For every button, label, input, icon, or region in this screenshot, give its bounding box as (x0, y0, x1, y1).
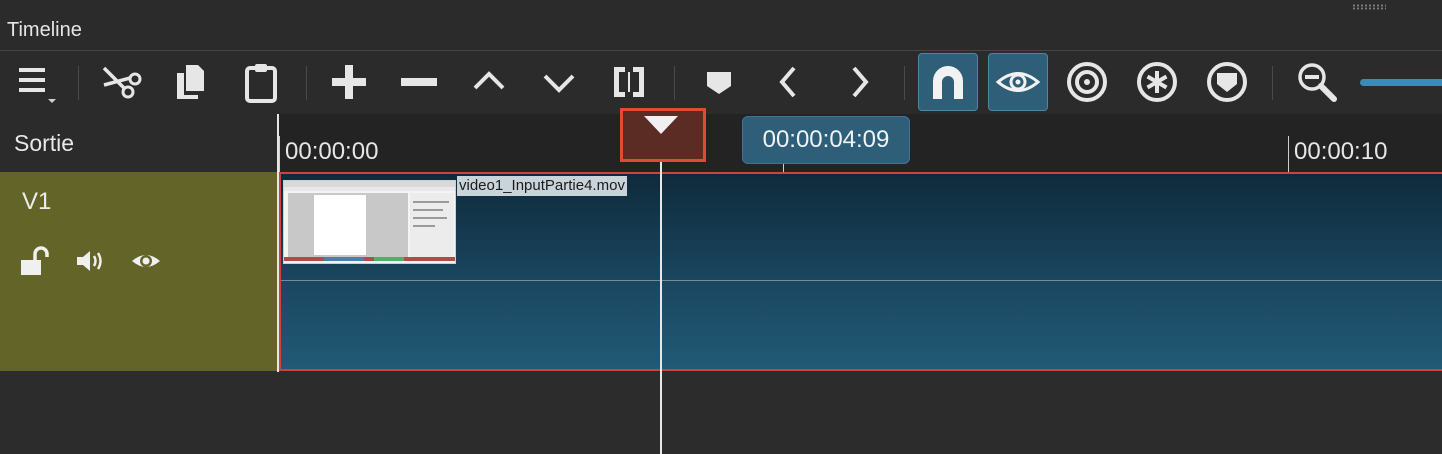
ripple-icon (1067, 62, 1107, 102)
cut-button[interactable] (92, 54, 150, 110)
clip-thumbnail[interactable] (283, 180, 456, 264)
previous-marker-button[interactable] (760, 54, 818, 110)
zoom-slider[interactable] (1360, 79, 1442, 86)
timeline-start-edge (277, 114, 279, 372)
split-button[interactable] (600, 54, 658, 110)
panel-grip-handle[interactable] (1352, 4, 1386, 10)
empty-timeline-area[interactable] (0, 372, 1442, 454)
track-name: V1 (22, 188, 52, 215)
ripple-markers-icon (1207, 62, 1247, 102)
menu-button[interactable] (6, 54, 64, 110)
lift-icon (473, 71, 505, 90)
menu-icon (19, 68, 56, 103)
marker-icon (707, 72, 731, 94)
paste-icon (245, 64, 277, 103)
toolbar-separator (306, 66, 307, 100)
ripple-markers-button[interactable] (1198, 54, 1256, 110)
zoom-out-button[interactable] (1288, 54, 1346, 110)
playhead-handle[interactable] (644, 116, 678, 134)
ripple-all-icon (1137, 62, 1177, 102)
overwrite-icon (543, 74, 575, 93)
unlock-icon (21, 246, 49, 275)
next-marker-button[interactable] (830, 54, 888, 110)
scrub-icon (995, 72, 1041, 92)
audio-icon (77, 251, 102, 271)
panel-title: Timeline (7, 19, 82, 41)
playhead-line (660, 160, 662, 454)
toolbar-separator (904, 66, 905, 100)
ruler-tick (1288, 136, 1289, 172)
output-label: Sortie (14, 130, 75, 156)
playhead-time-tooltip: 00:00:04:09 (742, 116, 910, 164)
add-marker-button[interactable] (690, 54, 748, 110)
cut-icon (102, 66, 142, 99)
ruler-tick-label: 00:00:00 (285, 138, 379, 165)
copy-button[interactable] (162, 54, 220, 110)
lift-button[interactable] (460, 54, 518, 110)
hide-toggle-button[interactable] (130, 245, 162, 282)
zoom-out-icon (1298, 63, 1337, 102)
clip-label: video1_InputPartie4.mov (457, 176, 627, 196)
snap-toggle[interactable] (918, 53, 978, 111)
toolbar-separator (1272, 66, 1273, 100)
previous-marker-icon (779, 66, 796, 98)
remove-icon (401, 78, 437, 86)
track-waveform-divider (281, 280, 1442, 281)
append-button[interactable] (320, 54, 378, 110)
split-icon (614, 67, 644, 97)
clip-thumbnail-image (284, 181, 455, 263)
ripple-button[interactable] (1058, 54, 1116, 110)
copy-icon (177, 65, 204, 99)
scrub-while-dragging-toggle[interactable] (988, 53, 1048, 111)
ruler-tick-label: 00:00:10 (1294, 138, 1388, 165)
overwrite-button[interactable] (530, 54, 588, 110)
paste-button[interactable] (232, 54, 290, 110)
header-divider (0, 50, 1442, 51)
eye-icon (132, 255, 160, 267)
snap-icon (933, 66, 963, 99)
next-marker-icon (852, 66, 869, 98)
mute-toggle-button[interactable] (74, 245, 106, 282)
append-icon (332, 65, 366, 99)
toolbar-separator (78, 66, 79, 100)
lock-toggle-button[interactable] (18, 245, 50, 282)
ripple-all-tracks-button[interactable] (1128, 54, 1186, 110)
remove-button[interactable] (390, 54, 448, 110)
ruler-tick (279, 136, 280, 172)
toolbar-separator (674, 66, 675, 100)
